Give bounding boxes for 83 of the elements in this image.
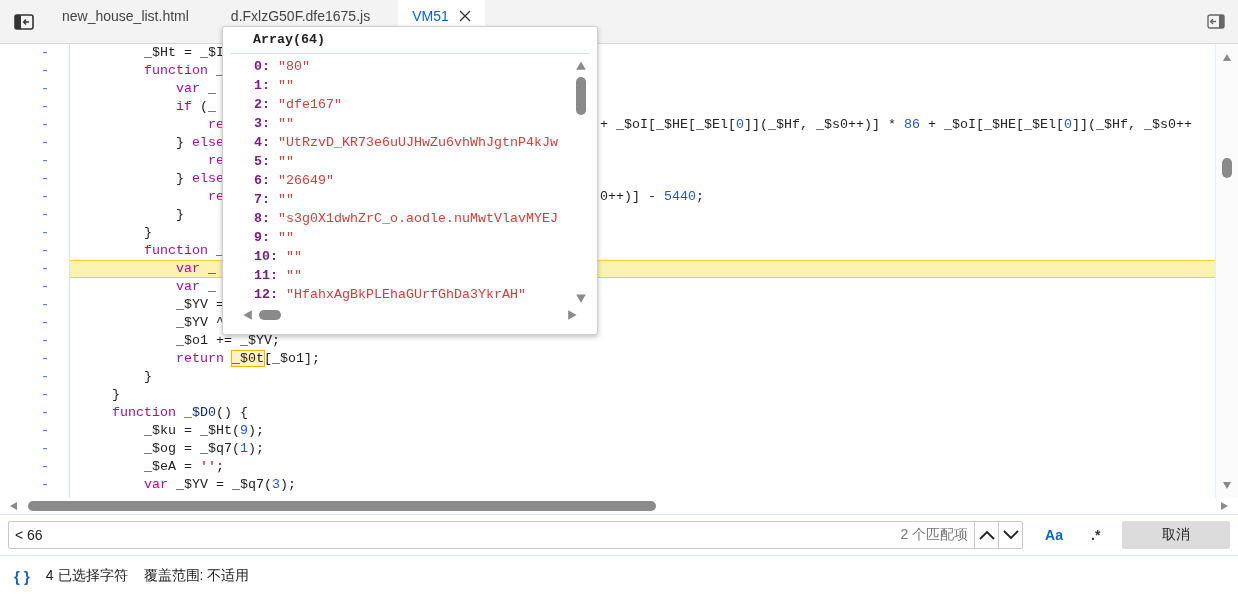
code-line: _$o1 += _$YV; — [174, 332, 280, 350]
code-line: } — [143, 224, 152, 242]
line-marker: - — [40, 260, 50, 278]
scroll-up-icon[interactable] — [1222, 52, 1232, 62]
array-entry: 5: "" — [254, 153, 295, 171]
file-tab[interactable]: new_house_list.html — [48, 0, 203, 43]
code-fragment: + _$oI[_$HE[_$El[0]](_$Hf, _$s0++)] * 86 + _$oI[_$HE[_$El[0]](_$Hf, _$s0++ — [600, 116, 1192, 134]
array-entry: 7: "" — [254, 191, 295, 209]
line-marker: - — [40, 134, 50, 152]
search-input[interactable]: < 66 — [9, 527, 901, 543]
scroll-up-icon[interactable] — [574, 59, 587, 71]
line-marker: - — [40, 44, 50, 62]
array-entry: 0: "80" — [254, 58, 311, 76]
line-marker: - — [40, 206, 50, 224]
scroll-thumb[interactable] — [28, 501, 656, 511]
line-marker: - — [40, 242, 50, 260]
cancel-button[interactable]: 取消 — [1122, 521, 1230, 549]
pretty-print-button[interactable]: { } — [14, 567, 30, 585]
code-line: var _ — [174, 80, 216, 98]
scroll-thumb[interactable] — [575, 77, 586, 115]
array-entry: 6: "26649" — [254, 172, 335, 190]
line-marker: - — [40, 152, 50, 170]
scroll-thumb[interactable] — [1222, 158, 1232, 178]
array-entry: 1: "" — [254, 77, 295, 95]
array-entry: 8: "s3g0X1dwhZrC_o.aodle.nuMwtVlavMYEJ — [254, 210, 559, 228]
code-line: _$Ht = _$I — [143, 44, 224, 62]
scroll-left-icon[interactable] — [241, 309, 253, 321]
search-field[interactable]: < 66 2 个匹配项 — [8, 521, 1024, 549]
line-marker: - — [40, 62, 50, 80]
code-line: var _$YV = _$q7(3); — [143, 476, 296, 494]
code-line: } else — [174, 134, 224, 152]
line-marker: - — [40, 296, 50, 314]
code-line: } — [174, 206, 184, 224]
scroll-left-icon[interactable] — [8, 501, 18, 511]
line-marker: - — [40, 188, 50, 206]
array-entry: 4: "UtRzvD_KR73e6uUJHwZu6vhWhJgtnP4kJw — [254, 134, 559, 152]
line-marker: - — [40, 116, 50, 134]
line-marker: - — [40, 422, 50, 440]
code-line: function _$D0() { — [111, 404, 248, 422]
scroll-right-icon[interactable] — [1220, 501, 1230, 511]
code-fragment: 0++)] - 5440; — [600, 188, 704, 206]
line-marker: - — [40, 170, 50, 188]
line-marker: - — [40, 224, 50, 242]
code-line: } — [143, 368, 152, 386]
code-line: return _$0t[_$o1]; — [174, 350, 320, 368]
code-line: } else — [174, 170, 224, 188]
search-option-button[interactable]: Aa — [1039, 523, 1069, 547]
popover-title: Array(64) — [231, 27, 589, 54]
scroll-down-icon[interactable] — [1222, 480, 1232, 490]
code-line: _$og = _$q7(1); — [143, 440, 264, 458]
scroll-thumb[interactable] — [259, 310, 281, 320]
line-marker: - — [40, 440, 50, 458]
coverage-info: 覆盖范围: 不适用 — [143, 567, 250, 585]
line-marker: - — [40, 350, 50, 368]
line-marker: - — [40, 404, 50, 422]
horizontal-scrollbar[interactable] — [0, 498, 1238, 515]
vertical-scrollbar[interactable] — [1215, 44, 1238, 498]
code-line: var _ — [174, 278, 216, 296]
code-line: _$eA = ''; — [143, 458, 224, 476]
array-entry: 3: "" — [254, 115, 295, 133]
line-marker: - — [40, 332, 50, 350]
line-marker: - — [40, 98, 50, 116]
search-option-button[interactable]: .* — [1085, 523, 1107, 547]
line-marker: - — [40, 80, 50, 98]
scroll-right-icon[interactable] — [567, 309, 579, 321]
code-line: if (_ — [174, 98, 216, 116]
code-line: _$ku = _$Ht(9); — [143, 422, 264, 440]
line-marker: - — [40, 386, 50, 404]
selection-info: 4 已选择字符 — [45, 567, 128, 585]
array-entry: 9: "" — [254, 229, 295, 247]
code-line: } — [111, 386, 120, 404]
chevron-down-icon[interactable] — [1002, 530, 1019, 540]
scroll-down-icon[interactable] — [574, 292, 587, 304]
array-entry: 12: "HfahxAgBkPLEhaGUrfGhDa3YkrAH" — [254, 286, 527, 304]
line-marker: - — [40, 368, 50, 386]
line-marker: - — [40, 458, 50, 476]
chevron-up-icon[interactable] — [978, 530, 995, 540]
line-marker: - — [40, 278, 50, 296]
match-count: 2 个匹配项 — [900, 526, 970, 544]
close-icon[interactable] — [458, 10, 471, 22]
array-entry: 2: "dfe167" — [254, 96, 343, 114]
line-marker: - — [40, 314, 50, 332]
line-marker: - — [40, 476, 50, 494]
